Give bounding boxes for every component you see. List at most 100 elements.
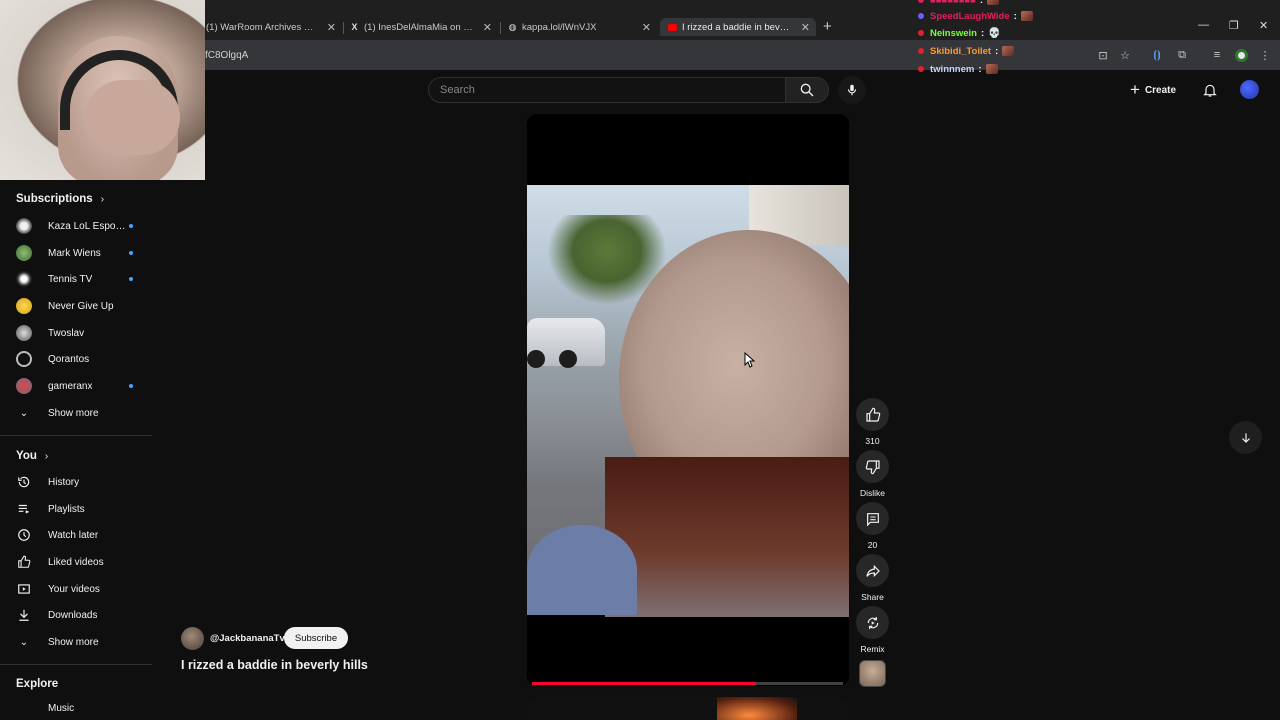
extension-icon[interactable]: ⦗⦘ (1150, 48, 1164, 62)
create-label: Create (1144, 84, 1177, 96)
channel-avatar (16, 245, 32, 261)
youtube-icon (668, 23, 677, 31)
close-icon[interactable]: ✕ (483, 21, 492, 34)
remix-icon (867, 616, 878, 629)
close-icon[interactable]: ✕ (327, 21, 336, 34)
emote-image (1002, 46, 1015, 56)
next-video-button[interactable] (1229, 421, 1262, 454)
chevron-right-icon: › (100, 193, 105, 205)
video-car-wheel (527, 350, 545, 368)
browser-tab-2[interactable]: X (1) InesDelAlmaMia on X: "Q… ✕ (350, 18, 492, 36)
browser-tab-1[interactable]: (1) WarRoom Archives on X: "F… ✕ (206, 18, 336, 36)
chat-badge-icon (918, 30, 924, 36)
like-button[interactable]: 310 (856, 398, 889, 446)
comments-button[interactable]: 20 (856, 502, 889, 550)
download-icon (16, 607, 32, 623)
search-button[interactable] (785, 77, 829, 103)
minimize-icon[interactable]: — (1198, 19, 1209, 31)
new-tab-button[interactable]: + (823, 18, 832, 35)
search-input[interactable]: Search (428, 77, 786, 103)
sidebar-item-downloads[interactable]: Downloads (0, 602, 152, 628)
restore-icon[interactable]: ❐ (1229, 19, 1239, 32)
subscriptions-heading[interactable]: Subscriptions › (16, 193, 104, 205)
emote-image (985, 64, 998, 74)
tab-separator (500, 22, 501, 34)
profile-icon[interactable] (1234, 48, 1248, 62)
media-controls-icon[interactable]: ≡ (1210, 48, 1224, 62)
browser-tab-3[interactable]: ◍ kappa.lol/lWnVJX ✕ (508, 18, 651, 36)
share-button[interactable]: Share (856, 554, 889, 602)
bookmark-star-icon[interactable]: ☆ (1118, 48, 1132, 62)
dislike-button[interactable]: Dislike (856, 450, 889, 498)
create-button[interactable]: + Create (1130, 79, 1176, 101)
more-menu-icon[interactable]: ⋮ (1258, 48, 1272, 62)
microphone-icon (847, 84, 857, 96)
sidebar-subscription-item[interactable]: Tennis TV (0, 266, 152, 292)
video-title[interactable]: I rizzed a baddie in beverly hills (181, 658, 368, 672)
your-videos-icon (16, 581, 32, 597)
sidebar-item-playlists[interactable]: Playlists (0, 496, 152, 522)
sidebar-subscription-item[interactable]: Qorantos (0, 346, 152, 372)
chat-username: Skibidi_Toilet (930, 45, 992, 57)
streamer-webcam (0, 0, 205, 180)
browser-tab-4-active[interactable]: I rizzed a baddie in beverly hills ✕ (660, 18, 816, 36)
sidebar-item-liked-videos[interactable]: Liked videos (0, 549, 152, 575)
tab-title: (1) InesDelAlmaMia on X: "Q… (364, 21, 476, 33)
video-car-wheel (559, 350, 577, 368)
globe-icon: ◍ (508, 21, 517, 32)
sidebar-subscription-item[interactable]: Mark Wiens (0, 240, 152, 266)
share-arrow-icon (865, 564, 880, 577)
sidebar-item-watch-later[interactable]: Watch later (0, 522, 152, 548)
comment-icon (866, 512, 879, 526)
url-text[interactable]: fC8OlgqA (205, 50, 248, 61)
comment-count: 20 (867, 540, 878, 550)
chat-badge-icon (918, 66, 924, 72)
sidebar-divider (0, 664, 152, 665)
chat-username: Neinswein (930, 27, 977, 39)
chat-line-partial: ■■■■■■■■: (918, 0, 1000, 7)
sound-thumbnail[interactable] (859, 660, 886, 687)
remix-button[interactable]: Remix (856, 606, 889, 654)
emote-image (1020, 11, 1033, 21)
tab-title: I rizzed a baddie in beverly hills (682, 21, 794, 33)
sidebar-item-music[interactable]: Music (0, 696, 152, 720)
close-icon[interactable]: ✕ (801, 21, 810, 34)
sidebar-item-your-videos[interactable]: Your videos (0, 576, 152, 602)
channel-avatar (16, 218, 32, 234)
video-progress-bar[interactable] (532, 682, 843, 685)
shorts-video-player[interactable] (527, 114, 849, 686)
sidebar-subscription-item[interactable]: Never Give Up (0, 293, 152, 319)
next-short-preview[interactable] (527, 697, 849, 720)
chevron-down-icon: ⌄ (19, 636, 29, 648)
sidebar-item-history[interactable]: History (0, 469, 152, 495)
new-content-dot (129, 224, 133, 228)
sidebar-subscription-item[interactable]: gameranx (0, 373, 152, 399)
new-content-dot (129, 277, 133, 281)
you-heading[interactable]: You › (16, 450, 48, 462)
like-count: 310 (865, 436, 880, 446)
puzzle-icon[interactable]: ⧉ (1175, 48, 1189, 62)
show-more-subscriptions[interactable]: ⌄ Show more (0, 400, 152, 426)
chat-badge-icon (918, 13, 924, 19)
chat-username: SpeedLaughWide (930, 10, 1010, 22)
chat-line: SpeedLaughWide: (918, 9, 1033, 23)
x-logo-icon: X (351, 22, 358, 32)
channel-name[interactable]: @JackbananaTv (210, 633, 285, 644)
search-icon (800, 83, 814, 97)
voice-search-button[interactable] (838, 76, 866, 104)
like-icon (16, 554, 32, 570)
channel-avatar[interactable] (181, 627, 204, 650)
tab-title: (1) WarRoom Archives on X: "F… (206, 21, 318, 33)
show-more-you[interactable]: ⌄ Show more (0, 629, 152, 655)
notifications-bell-icon[interactable] (1202, 81, 1218, 104)
sidebar-subscription-item[interactable]: Kaza LoL Esport… (0, 213, 152, 239)
search-placeholder: Search (440, 84, 475, 96)
sidebar-subscription-item[interactable]: Twoslav (0, 320, 152, 346)
install-app-icon[interactable]: ⊡ (1096, 48, 1110, 62)
subscribe-button[interactable]: Subscribe (284, 627, 348, 649)
channel-avatar (16, 298, 32, 314)
chat-username: twinnnem (930, 63, 975, 75)
close-icon[interactable]: ✕ (642, 21, 651, 34)
account-avatar[interactable] (1240, 80, 1259, 99)
close-window-icon[interactable]: ✕ (1259, 19, 1268, 32)
